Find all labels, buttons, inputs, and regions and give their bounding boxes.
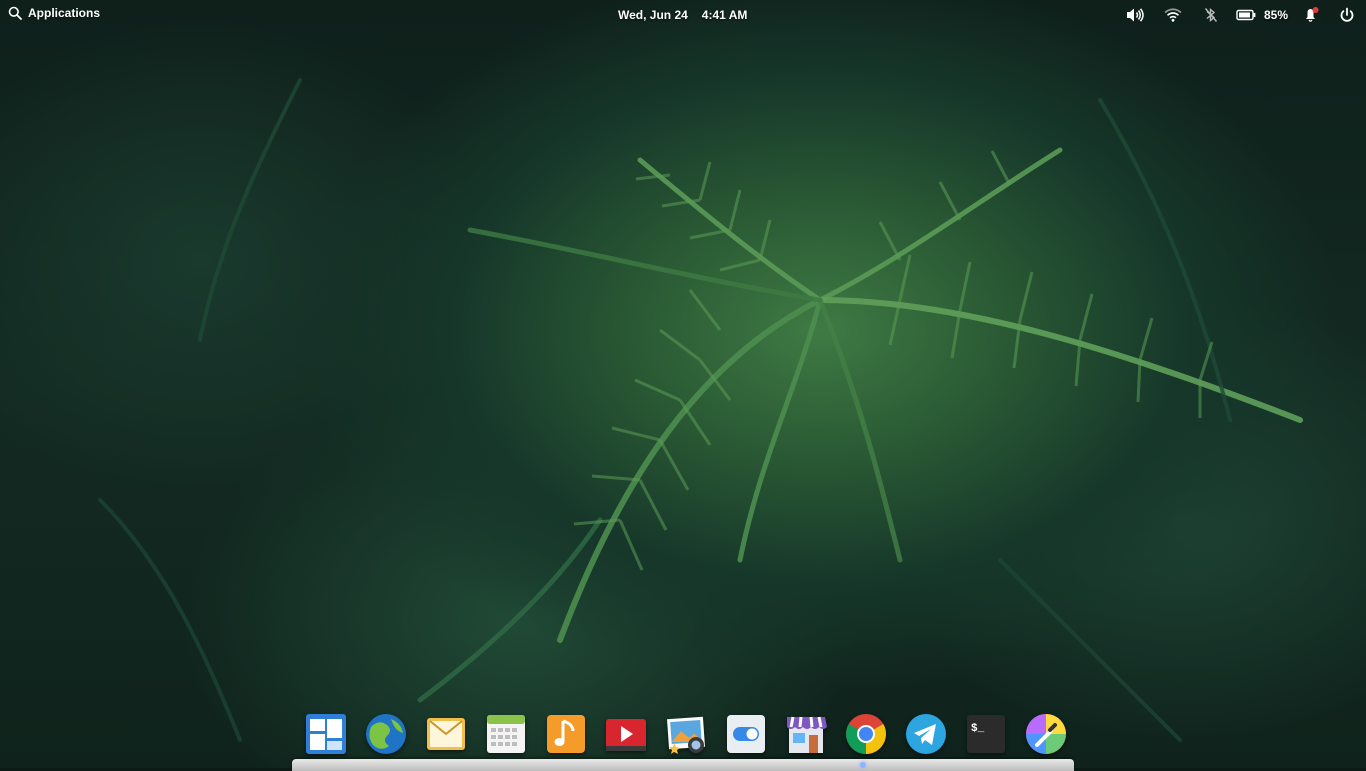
wifi-icon: [1164, 8, 1182, 22]
dock-item-multitasking-view[interactable]: [302, 711, 350, 755]
desktop-wallpaper: [0, 0, 1366, 768]
dock-item-chrome[interactable]: [842, 711, 890, 755]
dock-item-calendar[interactable]: [482, 711, 530, 755]
terminal-icon: $_: [967, 715, 1005, 753]
date-label: Wed, Jun 24: [618, 8, 688, 22]
appcenter-store-icon: [787, 716, 827, 753]
notifications-indicator[interactable]: [1294, 0, 1328, 30]
dock-item-videos[interactable]: [602, 711, 650, 755]
svg-text:$_: $_: [971, 723, 985, 735]
mail-icon: [427, 718, 465, 750]
datetime-indicator[interactable]: Wed, Jun 24 4:41 AM: [618, 8, 747, 22]
color-picker-icon: [1026, 714, 1066, 754]
running-indicator-dot: [860, 762, 866, 768]
dock-item-color-picker[interactable]: [1022, 711, 1070, 755]
dock-item-telegram[interactable]: [902, 711, 950, 755]
settings-toggle-icon: [727, 715, 765, 753]
dock-item-music[interactable]: [542, 711, 590, 755]
sound-indicator[interactable]: [1116, 0, 1154, 30]
dock-item-appcenter[interactable]: [782, 711, 830, 755]
dock: $_: [302, 711, 1070, 755]
power-indicator[interactable]: 85%: [1230, 0, 1294, 30]
power-icon: [1340, 7, 1354, 22]
music-icon: [547, 715, 585, 753]
dock-item-photos[interactable]: [662, 711, 710, 755]
calendar-icon: [487, 715, 525, 753]
system-indicators: 85%: [1116, 0, 1366, 30]
multitasking-icon: [306, 714, 346, 754]
dock-item-terminal[interactable]: $_: [962, 711, 1010, 755]
dock-item-web-browser[interactable]: [362, 711, 410, 755]
dock-background: [292, 759, 1074, 771]
bluetooth-indicator[interactable]: [1192, 0, 1230, 30]
dock-item-mail[interactable]: [422, 711, 470, 755]
dock-item-system-settings[interactable]: [722, 711, 770, 755]
volume-icon: [1127, 8, 1144, 22]
battery-percent: 85%: [1263, 8, 1289, 22]
top-panel: Applications Wed, Jun 24 4:41 AM 85%: [0, 0, 1366, 30]
network-indicator[interactable]: [1154, 0, 1192, 30]
battery-icon: [1236, 9, 1256, 21]
search-icon: [8, 6, 22, 20]
chrome-icon: [846, 714, 886, 754]
applications-label: Applications: [28, 6, 101, 20]
photos-icon: [666, 716, 706, 754]
notification-bell-icon: [1306, 7, 1319, 22]
epiphany-icon: [366, 714, 406, 754]
notification-badge: [1312, 7, 1319, 13]
time-label: 4:41 AM: [701, 8, 748, 22]
applications-menu-button[interactable]: Applications: [8, 6, 100, 20]
session-indicator[interactable]: [1328, 0, 1366, 30]
bluetooth-disabled-icon: [1204, 7, 1218, 23]
telegram-icon: [906, 714, 946, 754]
videos-icon: [606, 719, 646, 751]
